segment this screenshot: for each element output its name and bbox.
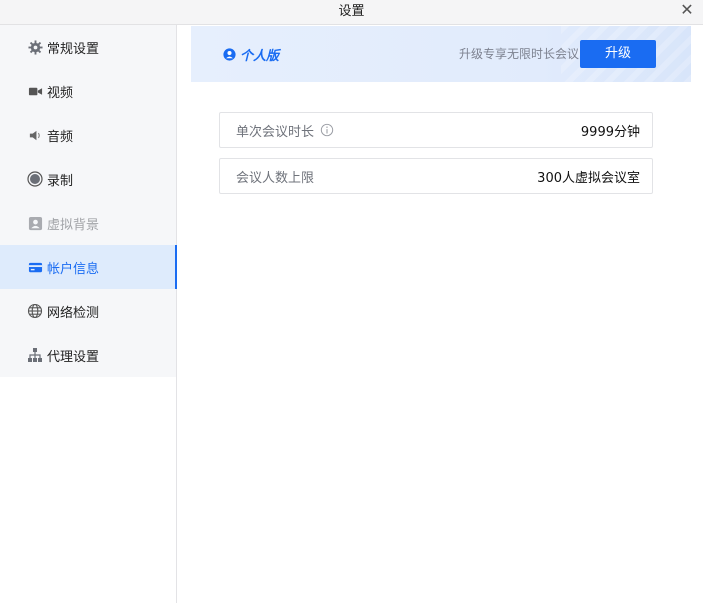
- user-circle-icon: [223, 47, 236, 61]
- sidebar-item-account-info[interactable]: 帐户信息: [0, 245, 177, 289]
- sidebar-item-proxy[interactable]: 代理设置: [0, 333, 176, 377]
- sidebar-item-virtual-background[interactable]: 虚拟背景: [0, 201, 176, 245]
- edition-badge: 个人版: [223, 26, 279, 82]
- info-value: 9999分钟: [580, 124, 640, 140]
- sidebar-item-video[interactable]: 视频: [0, 69, 176, 113]
- settings-sidebar: 常规设置 视频 音频 录制 虚拟背景 帐户信息 网络检测 代理设置: [0, 25, 177, 603]
- sidebar-item-label: 音频: [47, 129, 74, 145]
- video-camera-icon: [27, 83, 43, 99]
- sidebar-item-label: 录制: [47, 173, 74, 189]
- info-value: 300人虚拟会议室: [537, 170, 640, 186]
- info-key-label: 会议人数上限: [236, 170, 315, 186]
- record-icon: [27, 171, 43, 187]
- upgrade-button[interactable]: 升级: [580, 40, 656, 68]
- info-key: 会议人数上限: [236, 167, 314, 186]
- speaker-icon: [27, 127, 43, 143]
- info-key: 单次会议时长: [236, 121, 334, 140]
- settings-nav: 常规设置 视频 音频 录制 虚拟背景 帐户信息 网络检测 代理设置: [0, 25, 177, 377]
- info-icon[interactable]: [320, 123, 334, 137]
- sidebar-item-network-test[interactable]: 网络检测: [0, 289, 176, 333]
- gear-icon: [27, 39, 43, 55]
- title-bar: 设置 ✕: [0, 0, 703, 25]
- sidebar-item-label: 代理设置: [47, 349, 100, 365]
- info-key-label: 单次会议时长: [236, 124, 315, 140]
- meeting-duration-row: 单次会议时长 9999分钟: [219, 112, 653, 148]
- upgrade-tip: 升级专享无限时长会议: [459, 47, 580, 61]
- edition-label: 个人版: [240, 48, 280, 64]
- sidebar-item-label: 网络检测: [47, 305, 100, 321]
- account-banner: 个人版 升级专享无限时长会议 升级: [191, 26, 691, 82]
- sidebar-item-label: 帐户信息: [47, 261, 100, 277]
- sidebar-item-record[interactable]: 录制: [0, 157, 176, 201]
- sidebar-item-label: 视频: [47, 85, 74, 101]
- sidebar-item-label: 虚拟背景: [47, 217, 100, 233]
- portrait-icon: [27, 215, 43, 231]
- sidebar-item-label: 常规设置: [47, 41, 100, 57]
- sidebar-item-audio[interactable]: 音频: [0, 113, 176, 157]
- close-button[interactable]: ✕: [677, 1, 697, 21]
- sidebar-item-general[interactable]: 常规设置: [0, 25, 176, 69]
- window-title: 设置: [338, 4, 365, 19]
- close-icon: ✕: [680, 0, 694, 19]
- globe-icon: [27, 303, 43, 319]
- participant-limit-row: 会议人数上限 300人虚拟会议室: [219, 158, 653, 194]
- card-icon: [27, 259, 43, 275]
- network-tree-icon: [27, 347, 43, 363]
